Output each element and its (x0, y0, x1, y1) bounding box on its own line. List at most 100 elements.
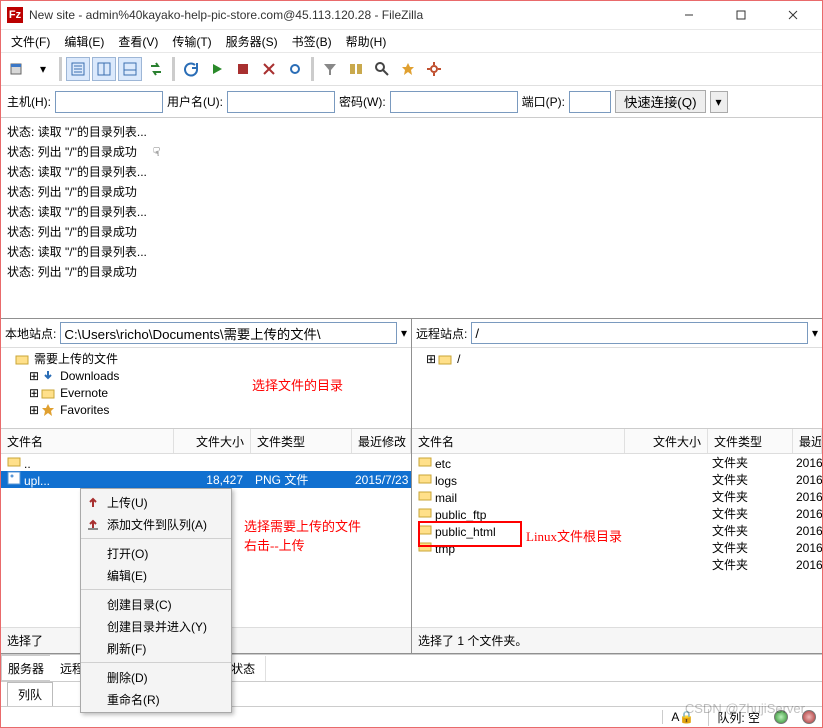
list-item[interactable]: tmp文件夹2016/8/28 (412, 539, 822, 556)
list-item[interactable]: public_html文件夹2016/8/28 (412, 522, 822, 539)
log-line: 状态: 读取 "/"的目录列表... (7, 242, 816, 262)
cell-mtime: 2016/8/28 (790, 507, 822, 521)
remote-file-header[interactable]: 文件名 文件大小 文件类型 最近修改 (412, 429, 822, 454)
tree-item[interactable]: 需要上传的文件 (34, 350, 118, 367)
log-line: 状态: 列出 "/"的目录成功 (7, 262, 816, 282)
remote-file-list[interactable]: etc文件夹2016/8/28logs文件夹2016/8/28mail文件夹20… (412, 454, 822, 627)
list-item[interactable]: 文件夹2016/8/28 (412, 556, 822, 573)
tree-item[interactable]: Favorites (60, 403, 109, 417)
folder-icon (418, 522, 432, 536)
tab-queue[interactable]: 列队 (7, 682, 53, 707)
cm-refresh[interactable]: 刷新(F) (81, 637, 231, 659)
list-item-selected[interactable]: upl... 18,427 PNG 文件 2015/7/23 11:51 (1, 471, 411, 488)
quick-connect-bar: 主机(H): 用户名(U): 密码(W): 端口(P): 快速连接(Q) ▾ (1, 86, 822, 118)
minimize-button[interactable] (672, 4, 706, 26)
tb-refresh-icon[interactable] (179, 57, 203, 81)
cm-open[interactable]: 打开(O) (81, 542, 231, 564)
cm-mkdir-enter[interactable]: 创建目录并进入(Y) (81, 615, 231, 637)
menu-transfer[interactable]: 传输(T) (166, 31, 217, 52)
host-input[interactable] (55, 91, 163, 113)
tree-item[interactable]: Evernote (60, 386, 108, 400)
tb-toggle-tree-icon[interactable] (92, 57, 116, 81)
menu-edit[interactable]: 编辑(E) (58, 31, 110, 52)
log-line: 状态: 读取 "/"的目录列表... (7, 202, 816, 222)
cm-rename[interactable]: 重命名(R) (81, 688, 231, 710)
local-tree[interactable]: 需要上传的文件 ⊞ Downloads ⊞ Evernote ⊞ Favorit… (1, 348, 411, 429)
menu-server[interactable]: 服务器(S) (220, 31, 284, 52)
local-addr-dropdown-icon[interactable]: ▾ (401, 326, 407, 340)
tb-toggle-queue-icon[interactable] (118, 57, 142, 81)
hdr-mtime[interactable]: 最近修改 (352, 429, 411, 453)
list-item[interactable]: public_ftp文件夹2016/8/28 (412, 505, 822, 522)
menu-bookmarks[interactable]: 书签(B) (286, 31, 338, 52)
tb-sync-icon[interactable] (144, 57, 168, 81)
cell-type: 文件夹 (706, 471, 790, 488)
remote-addr-dropdown-icon[interactable]: ▾ (812, 326, 818, 340)
folder-icon (418, 505, 432, 519)
menu-file[interactable]: 文件(F) (5, 31, 56, 52)
cm-add-to-queue[interactable]: 添加文件到队列(A) (81, 513, 231, 535)
remote-tree[interactable]: ⊞ / (412, 348, 822, 429)
pass-input[interactable] (390, 91, 518, 113)
host-label: 主机(H): (7, 93, 51, 110)
cm-mkdir[interactable]: 创建目录(C) (81, 593, 231, 615)
cm-upload[interactable]: 上传(U) (81, 491, 231, 513)
tb-cancel-icon[interactable] (231, 57, 255, 81)
local-addr-input[interactable] (60, 322, 397, 344)
cm-delete[interactable]: 删除(D) (81, 666, 231, 688)
hdr-name[interactable]: 文件名 (1, 429, 174, 453)
hdr-size[interactable]: 文件大小 (174, 429, 251, 453)
remote-pane: 远程站点: ▾ ⊞ / 文件名 文件大小 文件类型 最近修改 etc文件夹201… (411, 319, 822, 653)
folder-icon (418, 471, 432, 485)
cell-type: 文件夹 (706, 488, 790, 505)
tb-site-manager-icon[interactable] (5, 57, 29, 81)
log-panel[interactable]: 状态: 读取 "/"的目录列表... 状态: 列出 "/"的目录成功☟ 状态: … (1, 118, 822, 319)
maximize-button[interactable] (724, 4, 758, 26)
list-item[interactable]: etc文件夹2016/8/28 (412, 454, 822, 471)
cm-edit[interactable]: 编辑(E) (81, 564, 231, 586)
user-input[interactable] (227, 91, 335, 113)
log-line: 状态: 读取 "/"的目录列表... (7, 162, 816, 182)
hdr-type[interactable]: 文件类型 (251, 429, 352, 453)
cell-size: 18,427 (173, 473, 249, 487)
tree-item[interactable]: / (457, 352, 460, 366)
context-menu: 上传(U) 添加文件到队列(A) 打开(O) 编辑(E) 创建目录(C) 创建目… (80, 488, 232, 713)
cell-type: 文件夹 (706, 539, 790, 556)
status-dot-red-icon (802, 710, 816, 724)
menu-view[interactable]: 查看(V) (112, 31, 164, 52)
tb-filter-icon[interactable] (318, 57, 342, 81)
tb-toggle-log-icon[interactable] (66, 57, 90, 81)
folder-icon (438, 352, 452, 366)
list-item[interactable]: logs文件夹2016/8/28 (412, 471, 822, 488)
tb-process-queue-icon[interactable] (205, 57, 229, 81)
cell-mtime: 2016/8/28 (790, 490, 822, 504)
hdr-type[interactable]: 文件类型 (708, 429, 793, 453)
quick-connect-history-button[interactable]: ▾ (710, 91, 728, 113)
tb-disconnect-icon[interactable] (257, 57, 281, 81)
remote-addr-input[interactable] (471, 322, 808, 344)
port-input[interactable] (569, 91, 611, 113)
local-file-header[interactable]: 文件名 文件大小 文件类型 最近修改 (1, 429, 411, 454)
tb-find-icon[interactable] (370, 57, 394, 81)
quick-connect-button[interactable]: 快速连接(Q) (615, 90, 706, 113)
tree-item[interactable]: Downloads (60, 369, 119, 383)
log-line: 状态: 列出 "/"的目录成功 (7, 222, 816, 242)
cell-name: tmp (435, 542, 455, 556)
cell-type: PNG 文件 (249, 471, 349, 488)
tb-compare-icon[interactable] (344, 57, 368, 81)
hdr-size[interactable]: 文件大小 (625, 429, 708, 453)
list-item[interactable]: mail 文件夹2016/8/28 (412, 488, 822, 505)
list-item-up[interactable]: .. (1, 454, 411, 471)
menu-help[interactable]: 帮助(H) (340, 31, 393, 52)
hdr-mtime[interactable]: 最近修改 (793, 429, 822, 453)
sb-queue-empty: 队列: 空 (708, 709, 760, 726)
local-addr-label: 本地站点: (5, 325, 56, 342)
close-button[interactable] (776, 4, 810, 26)
tb-reconnect-icon[interactable] (283, 57, 307, 81)
cell-name: mail (435, 491, 457, 505)
tb-bookmark-icon[interactable] (396, 57, 420, 81)
folder-icon (418, 488, 432, 502)
tb-settings-icon[interactable] (422, 57, 446, 81)
hdr-name[interactable]: 文件名 (412, 429, 625, 453)
tb-dropdown-icon[interactable]: ▾ (31, 57, 55, 81)
